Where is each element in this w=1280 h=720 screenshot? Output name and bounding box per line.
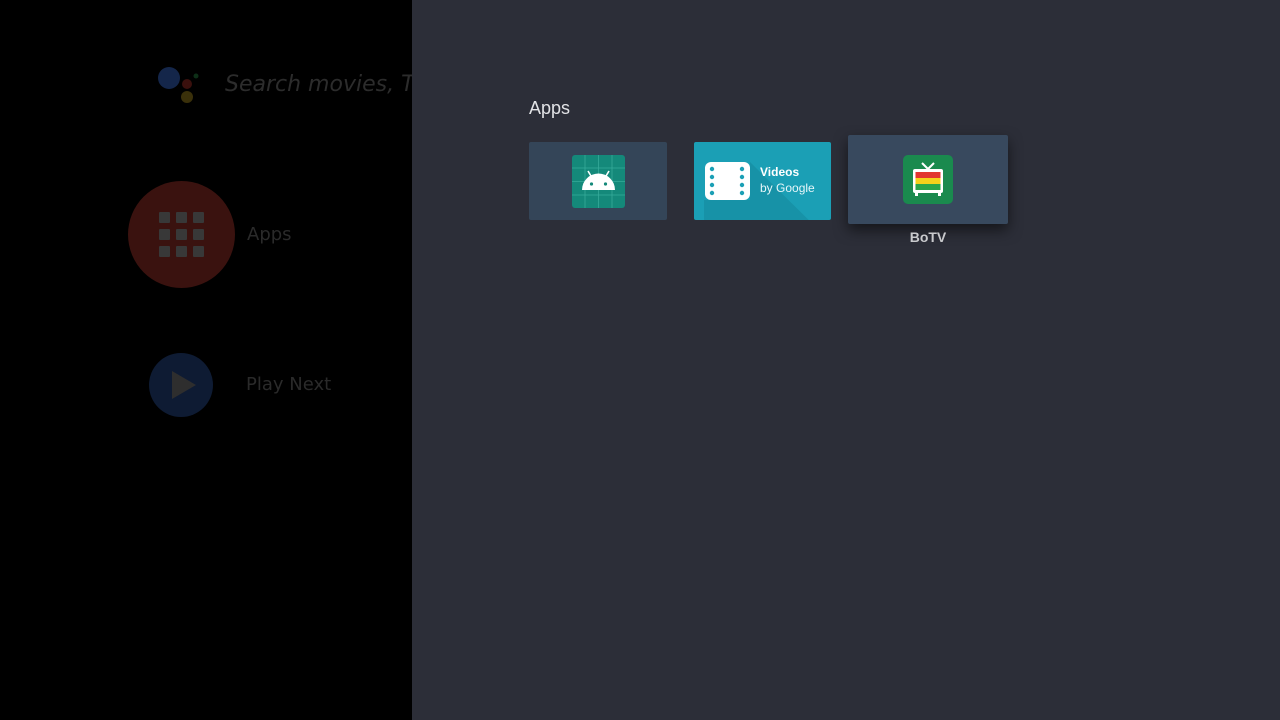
app-tile-videos-by-google[interactable]: Videos by Google bbox=[694, 142, 831, 220]
android-icon bbox=[572, 155, 625, 208]
android-tv-screen: Search movies, TV Apps Play Next Apps Vi… bbox=[0, 0, 1280, 720]
play-next-label: Play Next bbox=[246, 374, 332, 395]
videos-banner-subtitle: by Google bbox=[760, 181, 815, 195]
app-tile-label-botv: BoTV bbox=[909, 229, 947, 245]
apps-row-label: Apps bbox=[247, 224, 292, 245]
app-tile-android[interactable] bbox=[529, 142, 667, 220]
apps-grid-icon bbox=[159, 212, 205, 258]
home-screen-dimmed: Search movies, TV Apps Play Next bbox=[0, 0, 430, 720]
apps-panel: Apps Videos by Google BoTV bbox=[412, 0, 1280, 720]
panel-title: Apps bbox=[529, 98, 571, 118]
videos-banner-title: Videos bbox=[760, 165, 800, 179]
play-icon bbox=[172, 371, 196, 399]
play-next-button[interactable] bbox=[149, 353, 213, 417]
search-placeholder[interactable]: Search movies, TV bbox=[225, 72, 430, 97]
google-assistant-icon[interactable] bbox=[155, 63, 203, 111]
app-tile-botv[interactable] bbox=[848, 135, 1008, 224]
tv-icon bbox=[903, 155, 953, 204]
